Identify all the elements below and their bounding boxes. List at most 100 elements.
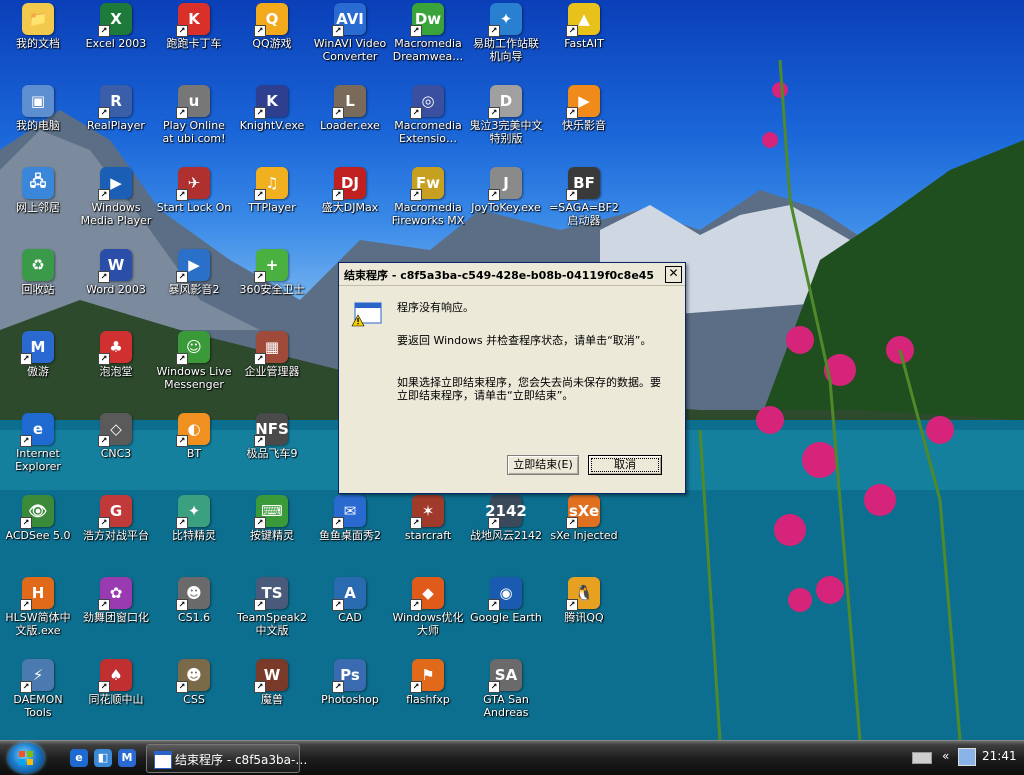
app-icon: ▶ ↗ [566,85,600,119]
desktop-icon[interactable]: 📁 我的文档 [0,0,77,74]
quicklaunch-maxthon-icon[interactable]: M [118,749,136,767]
desktop-icon[interactable]: ☺ ↗ Windows Live Messenger [155,328,233,402]
tray-expand-icon[interactable]: « [942,749,949,763]
desktop-icon[interactable]: ✉ ↗ 鱼鱼桌面秀2 [311,492,389,566]
desktop-icon[interactable]: ◇ ↗ CNC3 [77,410,155,484]
desktop-icon-label: BT [186,447,202,460]
desktop-icon[interactable]: R ↗ RealPlayer [77,82,155,156]
shortcut-arrow-icon: ↗ [98,517,110,529]
desktop-icon[interactable]: NFS ↗ 极品飞车9 [233,410,311,484]
desktop-icon[interactable]: TS ↗ TeamSpeak2中文版 [233,574,311,648]
shortcut-arrow-icon: ↗ [332,25,344,37]
app-icon: ♠ ↗ [98,659,132,693]
desktop-icon[interactable]: 👁 ↗ ACDSee 5.0 [0,492,77,566]
desktop-icon[interactable]: ◐ ↗ BT [155,410,233,484]
network-icon[interactable] [958,748,976,766]
desktop-icon[interactable]: G ↗ 浩方对战平台 [77,492,155,566]
desktop-icon[interactable]: ⌨ ↗ 按键精灵 [233,492,311,566]
dialog-message-not-responding: 程序没有响应。 [397,301,474,314]
desktop-icon[interactable]: M ↗ 傲游 [0,328,77,402]
desktop-icon[interactable]: ✶ ↗ starcraft [389,492,467,566]
desktop-icon[interactable]: ⚡ ↗ DAEMON Tools [0,656,77,730]
desktop-icon[interactable]: ▶ ↗ 快乐影音 [545,82,623,156]
desktop-icon[interactable]: D ↗ 鬼泣3完美中文特别版 [467,82,545,156]
desktop-icon[interactable]: ✿ ↗ 劲舞团窗口化 [77,574,155,648]
desktop-icon[interactable]: ◎ ↗ Macromedia Extensio… [389,82,467,156]
desktop-icon-label: Loader.exe [320,119,380,132]
desktop-icon[interactable]: DJ ↗ 盛大DJMax [311,164,389,238]
dialog-titlebar[interactable]: 结束程序 - c8f5a3ba-c549-428e-b08b-04119f0c8… [339,263,685,286]
desktop-icon[interactable]: ☻ ↗ CS1.6 [155,574,233,648]
desktop-icon[interactable]: ♣ ↗ 泡泡堂 [77,328,155,402]
start-button[interactable] [8,743,44,773]
quicklaunch-ie-icon[interactable]: e [70,749,88,767]
desktop-icon[interactable]: ⚑ ↗ flashfxp [389,656,467,730]
desktop-icon[interactable]: AVI ↗ WinAVI Video Converter [311,0,389,74]
desktop-icon[interactable]: ▲ ↗ FastAIT [545,0,623,74]
desktop-icon[interactable]: ♠ ↗ 同花顺中山 [77,656,155,730]
desktop-icon[interactable]: ♫ ↗ TTPlayer [233,164,311,238]
shortcut-arrow-icon: ↗ [410,681,422,693]
app-icon: ▶ ↗ [176,249,210,283]
desktop-icon-label: CS1.6 [177,611,211,624]
desktop-icon[interactable]: BF ↗ =SAGA=BF2启动器 [545,164,623,238]
desktop-icon[interactable]: Q ↗ QQ游戏 [233,0,311,74]
desktop-icon-label: sXe Injected [550,529,618,542]
app-icon: A ↗ [332,577,366,611]
app-icon: ▲ ↗ [566,3,600,37]
close-button[interactable]: ✕ [665,266,682,283]
desktop-icon[interactable]: L ↗ Loader.exe [311,82,389,156]
desktop-icon[interactable]: ▶ ↗ 暴风影音2 [155,246,233,320]
app-icon: ▣ [22,85,54,117]
desktop-icon[interactable]: ▦ ↗ 企业管理器 [233,328,311,402]
shortcut-arrow-icon: ↗ [410,517,422,529]
desktop-icon[interactable]: ♻ 回收站 [0,246,77,320]
desktop-icon[interactable]: W ↗ 魔兽 [233,656,311,730]
keyboard-icon[interactable] [912,752,932,764]
shortcut-arrow-icon: ↗ [176,107,188,119]
desktop-icon[interactable]: ☻ ↗ CSS [155,656,233,730]
desktop-icon[interactable]: ✦ ↗ 比特精灵 [155,492,233,566]
desktop-icon[interactable]: K ↗ 跑跑卡丁车 [155,0,233,74]
desktop-icon[interactable]: X ↗ Excel 2003 [77,0,155,74]
desktop-icon[interactable]: sXe ↗ sXe Injected [545,492,623,566]
app-icon: K ↗ [254,85,288,119]
desktop-icon[interactable]: Dw ↗ Macromedia Dreamwea… [389,0,467,74]
desktop-icon-label: 按键精灵 [250,529,294,542]
quicklaunch-explorer-icon[interactable]: ◧ [94,749,112,767]
desktop-icon[interactable]: ▶ ↗ Windows Media Player [77,164,155,238]
desktop-icon-label: RealPlayer [87,119,145,132]
shortcut-arrow-icon: ↗ [332,517,344,529]
end-now-button[interactable]: 立即结束(E) [507,455,579,475]
desktop-icon[interactable]: ◆ ↗ Windows优化大师 [389,574,467,648]
desktop-icon[interactable]: Ps ↗ Photoshop [311,656,389,730]
desktop-icon[interactable]: ▣ 我的电脑 [0,82,77,156]
desktop-icon[interactable]: W ↗ Word 2003 [77,246,155,320]
desktop-icon[interactable]: ✦ ↗ 易助工作站联机向导 [467,0,545,74]
desktop-icon[interactable]: ◉ ↗ Google Earth [467,574,545,648]
desktop-icon[interactable]: e ↗ Internet Explorer [0,410,77,484]
desktop-icon-label: QQ游戏 [252,37,292,50]
desktop-icon[interactable]: ✈ ↗ Start Lock On [155,164,233,238]
desktop-icon[interactable]: 2142 ↗ 战地风云2142 [467,492,545,566]
desktop-icon-label: 鬼泣3完美中文特别版 [469,119,543,145]
shortcut-arrow-icon: ↗ [254,25,266,37]
desktop-icon[interactable]: A ↗ CAD [311,574,389,648]
desktop-icon[interactable]: K ↗ KnightV.exe [233,82,311,156]
desktop-icon-label: CAD [338,611,362,624]
desktop-icon-label: Word 2003 [86,283,146,296]
desktop-icon[interactable]: H ↗ HLSW简体中文版.exe [0,574,77,648]
desktop-icon[interactable]: 🖧 网上邻居 [0,164,77,238]
shortcut-arrow-icon: ↗ [176,599,188,611]
desktop-icon[interactable]: 🐧 ↗ 腾讯QQ [545,574,623,648]
app-icon: G ↗ [98,495,132,529]
desktop-icon[interactable]: + ↗ 360安全卫士 [233,246,311,320]
cancel-button[interactable]: 取消 [588,455,662,475]
clock[interactable]: 21:41 [982,749,1017,763]
desktop-icon[interactable]: u ↗ Play Online at ubi.com! [155,82,233,156]
taskbar-item-end-program[interactable]: 结束程序 - c8f5a3ba-… [146,744,307,773]
desktop-icon[interactable]: Fw ↗ Macromedia Fireworks MX [389,164,467,238]
shortcut-arrow-icon: ↗ [410,107,422,119]
desktop-icon[interactable]: SA ↗ GTA San Andreas [467,656,545,730]
desktop-icon[interactable]: J ↗ JoyToKey.exe [467,164,545,238]
